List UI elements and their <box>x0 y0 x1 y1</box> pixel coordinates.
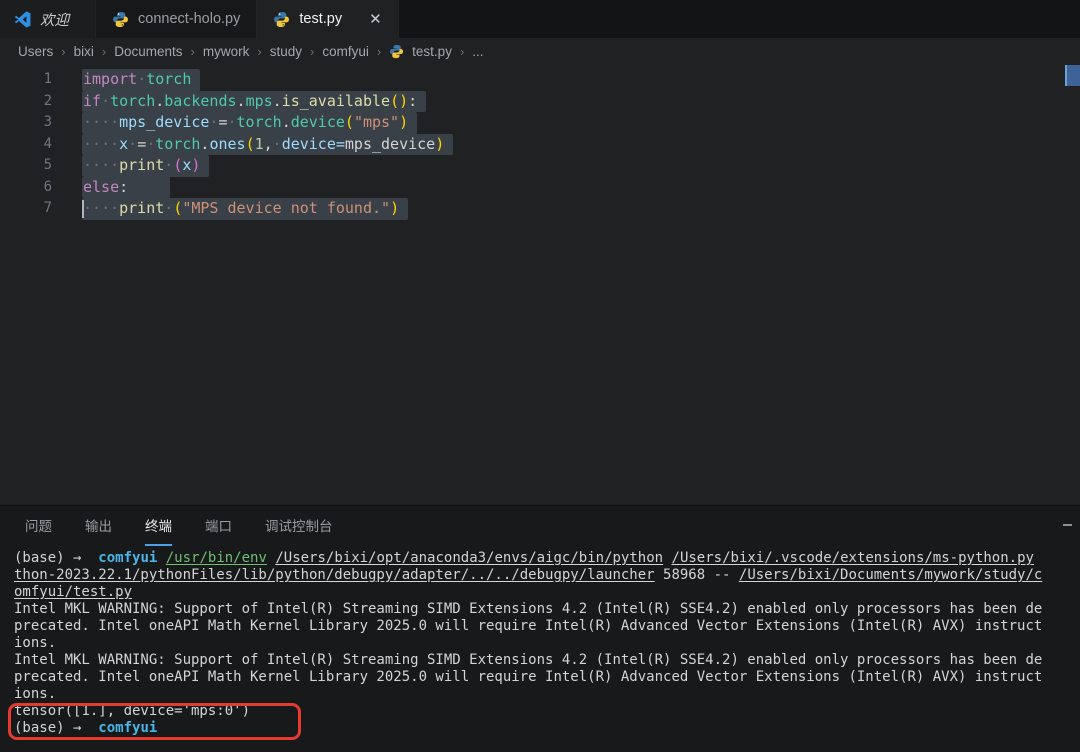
tab-label: connect-holo.py <box>138 11 241 27</box>
breadcrumb-item[interactable]: Documents <box>114 44 182 59</box>
breadcrumb-item[interactable]: ... <box>472 44 483 59</box>
line-number: 3 <box>43 114 52 130</box>
selected-code-text: ····mps_device·=·torch.device("mps") <box>82 112 418 134</box>
selected-code-text: ····print·("MPS device not found.") <box>82 198 409 220</box>
tab-connect-holo[interactable]: connect-holo.py <box>96 0 258 38</box>
line-number: 7 <box>43 200 52 216</box>
terminal-line: ions. <box>14 635 57 651</box>
breadcrumb-item[interactable]: study <box>270 44 302 59</box>
terminal-line: thon-2023.22.1/pythonFiles/lib/python/de… <box>14 567 1043 583</box>
terminal-line: tensor([1.], device='mps:0') <box>14 703 251 719</box>
vscode-logo-icon <box>14 10 31 28</box>
selected-code-text: if·torch.backends.mps.is_available(): <box>82 90 427 112</box>
terminal-line: (base) → comfyui <box>14 720 158 736</box>
code-line[interactable]: 7 ····print·("MPS device not found.") <box>0 198 1080 220</box>
breadcrumb-separator-icon: › <box>190 44 195 59</box>
selected-code-text: import·torch <box>82 69 201 91</box>
selected-code-text: else: <box>82 176 171 198</box>
terminal-line: ions. <box>14 686 57 702</box>
terminal-line: Intel MKL WARNING: Support of Intel(R) S… <box>14 601 1043 617</box>
panel-tab-terminal[interactable]: 终端 <box>145 506 172 546</box>
editor-tab-bar: 欢迎 connect-holo.py test.py ✕ <box>0 0 1080 38</box>
line-number: 2 <box>43 92 52 109</box>
line-number: 4 <box>43 135 52 152</box>
breadcrumb-separator-icon: › <box>309 44 315 59</box>
selected-code-text: ····print·(x) <box>82 155 210 177</box>
panel-tab-debug-console[interactable]: 调试控制台 <box>265 506 333 546</box>
code-line[interactable]: 3 ····mps_device·=·torch.device("mps") <box>0 112 1080 134</box>
code-line[interactable]: 4 ····x·=·torch.ones(1,·device=mps_device… <box>0 133 1080 155</box>
tab-label: test.py <box>299 11 343 27</box>
code-line[interactable]: 1 import·torch <box>0 69 1080 91</box>
panel-tab-problems[interactable]: 问题 <box>25 506 52 546</box>
python-icon <box>389 44 404 59</box>
tab-test-py[interactable]: test.py ✕ <box>257 0 399 38</box>
code-line[interactable]: 6 else: <box>0 176 1080 198</box>
close-icon[interactable]: ✕ <box>369 10 382 28</box>
breadcrumb-item[interactable]: bixi <box>74 44 94 59</box>
panel-tab-bar: 问题 输出 终端 端口 调试控制台 <box>0 506 1080 546</box>
line-number: 5 <box>43 157 52 173</box>
terminal-line: (base) → comfyui /usr/bin/env /Users/bix… <box>14 550 1034 566</box>
python-icon <box>273 11 290 28</box>
line-number: 6 <box>43 178 52 195</box>
selected-code-text: ····x·=·torch.ones(1,·device=mps_device) <box>82 133 454 155</box>
bottom-panel: 问题 输出 终端 端口 调试控制台 (base) → comfyui /usr/… <box>0 505 1080 752</box>
python-icon <box>112 11 129 28</box>
line-number: 1 <box>43 71 52 87</box>
terminal-line: precated. Intel oneAPI Math Kernel Libra… <box>14 618 1043 634</box>
terminal-line: omfyui/test.py <box>14 584 133 600</box>
panel-tab-output[interactable]: 输出 <box>85 506 112 546</box>
terminal-line: Intel MKL WARNING: Support of Intel(R) S… <box>14 652 1043 668</box>
code-lines: 1 import·torch 2 if·torch.backends.mps.is_a… <box>0 65 1080 220</box>
breadcrumb-item[interactable]: comfyui <box>322 44 369 59</box>
terminal-line: precated. Intel oneAPI Math Kernel Libra… <box>14 669 1043 685</box>
breadcrumb-item[interactable]: mywork <box>203 44 250 59</box>
code-line[interactable]: 2 if·torch.backends.mps.is_available(): <box>0 90 1080 112</box>
breadcrumb-item[interactable]: test.py <box>412 44 452 59</box>
breadcrumb-separator-icon: › <box>101 44 107 59</box>
breadcrumb-item[interactable]: Users <box>18 44 53 59</box>
tab-welcome[interactable]: 欢迎 <box>0 0 96 38</box>
breadcrumb: Users › bixi › Documents › mywork › study › comfyu… <box>0 38 1080 65</box>
code-editor[interactable]: 1 import·torch 2 if·torch.backends.mps.is_a… <box>0 65 1080 505</box>
editor-floating-button[interactable] <box>1065 65 1080 86</box>
breadcrumb-separator-icon: › <box>61 44 66 59</box>
breadcrumb-separator-icon: › <box>257 44 262 59</box>
breadcrumb-separator-icon: › <box>459 44 465 59</box>
panel-tab-ports[interactable]: 端口 <box>205 506 232 546</box>
breadcrumb-separator-icon: › <box>376 44 382 59</box>
code-line[interactable]: 5 ····print·(x) <box>0 155 1080 177</box>
vscode-window: 欢迎 connect-holo.py test.py ✕ Users › bix… <box>0 0 1080 752</box>
tab-label: 欢迎 <box>40 12 69 29</box>
terminal-output[interactable]: (base) → comfyui /usr/bin/env /Users/bix… <box>0 546 1080 737</box>
panel-overflow-icon[interactable] <box>1063 524 1072 526</box>
